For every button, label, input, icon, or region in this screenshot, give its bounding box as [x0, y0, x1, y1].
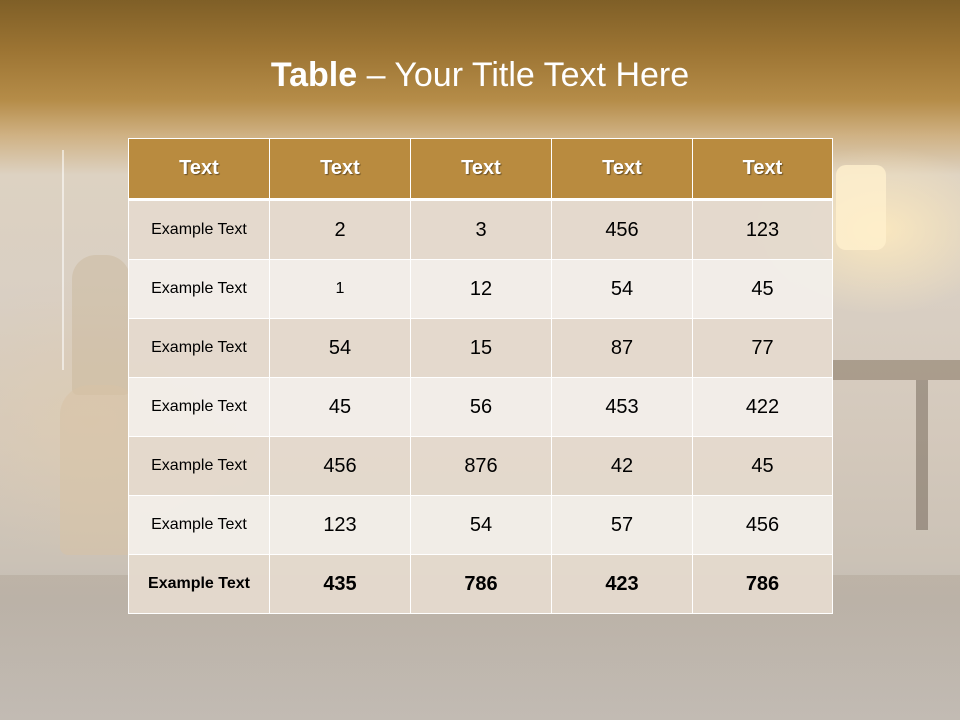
table-cell: 422	[692, 377, 833, 437]
table-row: Example Text 2 3 456 123	[128, 199, 833, 260]
data-table: Text Text Text Text Text Example Text 2 …	[128, 138, 833, 614]
table-cell: 453	[551, 377, 693, 437]
table-header-row: Text Text Text Text Text	[128, 138, 833, 201]
total-cell: 435	[269, 554, 411, 614]
table-row: Example Text 123 54 57 456	[128, 495, 833, 555]
title-rest: – Your Title Text Here	[357, 56, 690, 94]
header-cell: Text	[551, 138, 693, 201]
table-cell: 12	[410, 259, 552, 319]
side-table-leg	[916, 380, 928, 530]
table-cell: 42	[551, 436, 693, 496]
row-label-cell: Example Text	[128, 199, 270, 260]
table-row: Example Text 456 876 42 45	[128, 436, 833, 496]
title-bold: Table	[270, 56, 358, 94]
table-cell: 3	[410, 199, 552, 260]
row-label-cell: Example Text	[128, 259, 270, 319]
table-row: Example Text 54 15 87 77	[128, 318, 833, 378]
header-cell: Text	[269, 138, 411, 201]
total-cell: 786	[410, 554, 552, 614]
table-cell: 54	[551, 259, 693, 319]
table-cell: 2	[269, 199, 411, 260]
table-cell: 87	[551, 318, 693, 378]
table-cell: 456	[269, 436, 411, 496]
table-cell: 876	[410, 436, 552, 496]
table-cell: 123	[269, 495, 411, 555]
row-label-cell: Example Text	[128, 495, 270, 555]
table-cell: 77	[692, 318, 833, 378]
row-label-cell: Example Text	[128, 318, 270, 378]
table-cell: 57	[551, 495, 693, 555]
total-cell: 423	[551, 554, 693, 614]
table-total-row: Example Text 435 786 423 786	[128, 554, 833, 614]
table-cell: 54	[269, 318, 411, 378]
total-cell: 786	[692, 554, 833, 614]
table-cell: 56	[410, 377, 552, 437]
header-cell: Text	[692, 138, 833, 201]
floor-lamp-pole	[62, 150, 64, 370]
header-cell: Text	[410, 138, 552, 201]
table-cell: 123	[692, 199, 833, 260]
table-cell: 1	[269, 259, 411, 319]
row-label-cell: Example Text	[128, 436, 270, 496]
table-cell: 456	[692, 495, 833, 555]
table-row: Example Text 45 56 453 422	[128, 377, 833, 437]
row-label-cell: Example Text	[128, 377, 270, 437]
table-cell: 45	[269, 377, 411, 437]
lamp-shade	[836, 165, 886, 250]
table-cell: 45	[692, 259, 833, 319]
side-table-top	[832, 360, 960, 380]
table-row: Example Text 1 12 54 45	[128, 259, 833, 319]
slide-title: Table – Your Title Text Here	[0, 52, 960, 98]
table-cell: 45	[692, 436, 833, 496]
table-cell: 15	[410, 318, 552, 378]
table-cell: 54	[410, 495, 552, 555]
table-cell: 456	[551, 199, 693, 260]
armchair-back	[72, 255, 130, 395]
header-cell: Text	[128, 138, 270, 201]
slide: Table – Your Title Text Here Text Text T…	[0, 0, 960, 720]
total-label-cell: Example Text	[128, 554, 270, 614]
